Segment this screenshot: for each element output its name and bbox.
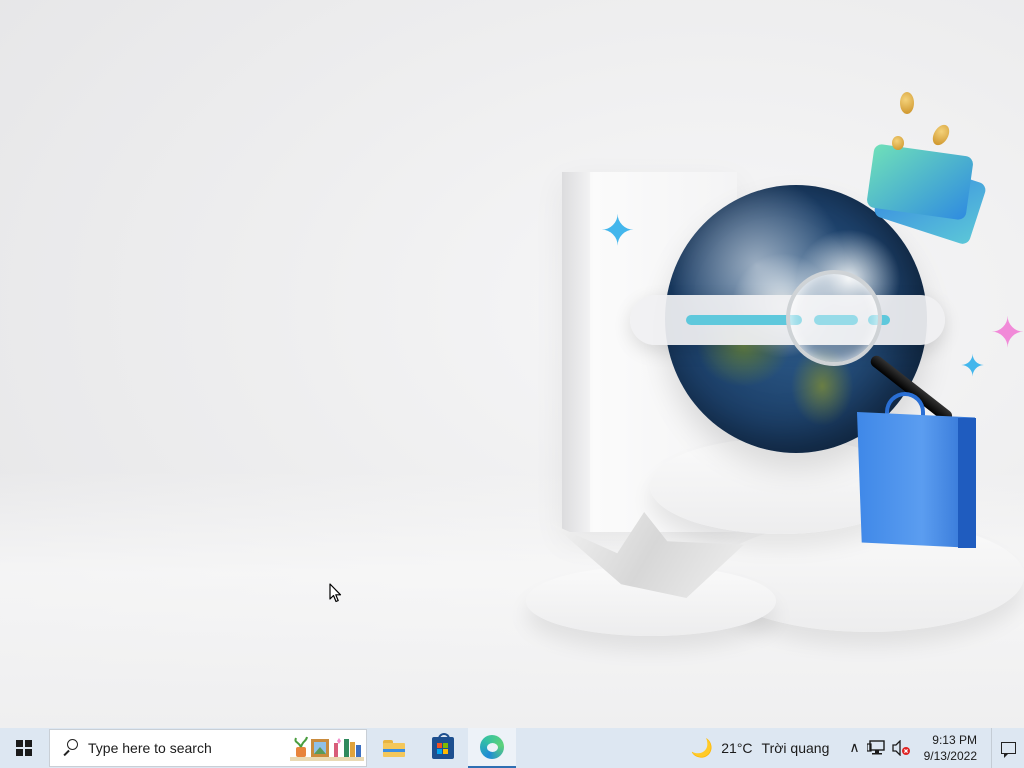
- coin-icon: [929, 121, 953, 149]
- weather-temperature[interactable]: 21°C: [721, 740, 752, 756]
- clock[interactable]: 9:13 PM 9/13/2022: [924, 732, 977, 764]
- moon-icon[interactable]: 🌙: [691, 738, 713, 759]
- wallpaper-pillar-shade: [562, 172, 590, 532]
- sparkle-icon: ✦: [990, 308, 1024, 357]
- file-explorer-button[interactable]: [370, 728, 418, 768]
- folder-icon: [383, 739, 405, 757]
- microsoft-store-button[interactable]: [419, 728, 467, 768]
- sparkle-icon: ✦: [600, 206, 636, 255]
- taskbar: Type here to search 🌙 21°C Trời quang ∧ …: [0, 728, 1024, 768]
- clock-date: 9/13/2022: [923, 749, 977, 763]
- windows-logo-icon: [16, 740, 32, 756]
- chevron-up-icon[interactable]: ∧: [849, 740, 859, 756]
- sparkle-icon: ✦: [960, 349, 986, 384]
- mouse-cursor-icon: [329, 583, 342, 603]
- taskbar-search-box[interactable]: Type here to search: [49, 729, 367, 767]
- weather-condition[interactable]: Trời quang: [762, 740, 830, 756]
- desktop-wallpaper[interactable]: ✦ ✦ ✦: [0, 0, 1024, 728]
- network-icon[interactable]: [866, 740, 887, 756]
- coin-icon: [900, 92, 914, 114]
- search-icon: [62, 738, 82, 758]
- volume-muted-icon[interactable]: [891, 740, 912, 756]
- microsoft-edge-button[interactable]: [468, 728, 516, 768]
- edge-icon: [480, 735, 504, 759]
- search-placeholder: Type here to search: [88, 740, 212, 756]
- shopping-bag-side: [958, 418, 976, 548]
- coin-icon: [892, 136, 904, 150]
- system-tray: 🌙 21°C Trời quang ∧ 9:13 PM 9/13/2022: [691, 728, 1024, 768]
- clock-time: 9:13 PM: [932, 733, 977, 747]
- action-center-button[interactable]: [991, 728, 1024, 768]
- search-highlight-image[interactable]: [290, 733, 364, 763]
- store-icon: [432, 733, 454, 759]
- start-button[interactable]: [0, 728, 48, 768]
- credit-card-front: [866, 143, 974, 221]
- notification-icon: [1000, 742, 1016, 758]
- magnifying-glass-icon: [786, 270, 882, 366]
